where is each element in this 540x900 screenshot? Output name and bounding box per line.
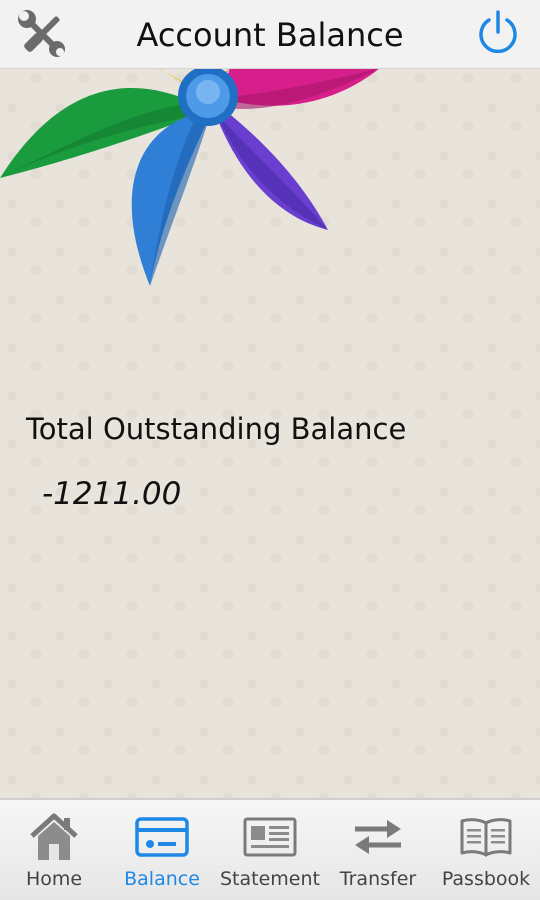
transfer-arrows-icon	[355, 820, 401, 854]
passbook-icon	[460, 818, 512, 857]
nav-item-transfer[interactable]: Transfer	[324, 800, 432, 900]
nav-item-home[interactable]: Home	[0, 800, 108, 900]
logout-button[interactable]	[470, 8, 526, 60]
home-icon	[30, 813, 78, 860]
nav-item-balance[interactable]: Balance	[108, 800, 216, 900]
nav-item-statement[interactable]: Statement	[216, 800, 324, 900]
pinwheel-logo	[0, 68, 380, 286]
app-screen: Account Balance Total Outstanding Balanc…	[0, 0, 540, 900]
nav-label-balance: Balance	[124, 868, 200, 890]
balance-section: Total Outstanding Balance -1211.00	[26, 412, 406, 512]
tools-icon	[18, 10, 65, 57]
page-title: Account Balance	[136, 16, 404, 54]
nav-item-passbook[interactable]: Passbook	[432, 800, 540, 900]
balance-label: Total Outstanding Balance	[26, 412, 407, 446]
balance-card-icon	[135, 817, 189, 857]
statement-icon	[243, 817, 297, 857]
balance-value: -1211.00	[42, 476, 182, 512]
bottom-nav: Home Balance Statement Transfer Passbook	[0, 798, 540, 900]
nav-label-home: Home	[25, 868, 83, 890]
power-icon	[479, 10, 517, 54]
settings-button[interactable]	[14, 8, 70, 60]
header-bar: Account Balance	[0, 0, 540, 69]
nav-label-passbook: Passbook	[441, 868, 531, 890]
nav-label-statement: Statement	[220, 868, 320, 890]
nav-label-transfer: Transfer	[339, 868, 417, 890]
